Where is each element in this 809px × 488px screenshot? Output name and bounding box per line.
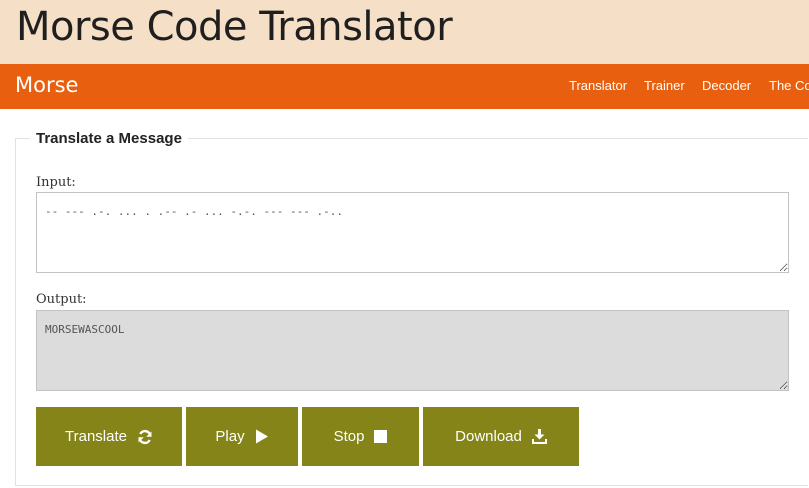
brand-link[interactable]: Morse: [15, 73, 78, 97]
download-button[interactable]: Download: [423, 407, 579, 466]
play-button-label: Play: [215, 428, 245, 445]
stop-icon: [374, 430, 388, 443]
download-button-label: Download: [455, 428, 522, 445]
output-textarea[interactable]: MORSEWASCOOL: [36, 310, 789, 391]
input-textarea[interactable]: -- --- .-. ... . .-- .- ... -.-. --- ---…: [36, 192, 789, 273]
input-label: Input:: [36, 175, 76, 190]
site-header: Morse Code Translator: [0, 0, 809, 64]
output-label: Output:: [36, 292, 87, 307]
fieldset-legend: Translate a Message: [30, 130, 188, 147]
play-icon: [255, 429, 268, 444]
nav-item-translator[interactable]: Translator: [569, 78, 627, 93]
stop-button[interactable]: Stop: [302, 407, 419, 466]
nav-item-the-code[interactable]: The Co: [769, 78, 809, 93]
translate-button-label: Translate: [65, 428, 127, 445]
refresh-icon: [138, 429, 152, 444]
nav-item-trainer[interactable]: Trainer: [644, 78, 685, 93]
site-title: Morse Code Translator: [16, 4, 453, 50]
navbar: Morse Translator Trainer Decoder The Co: [0, 64, 809, 109]
play-button[interactable]: Play: [186, 407, 298, 466]
nav-item-decoder[interactable]: Decoder: [702, 78, 751, 93]
translate-button[interactable]: Translate: [36, 407, 182, 466]
download-icon: [531, 429, 547, 444]
stop-button-label: Stop: [333, 428, 365, 445]
